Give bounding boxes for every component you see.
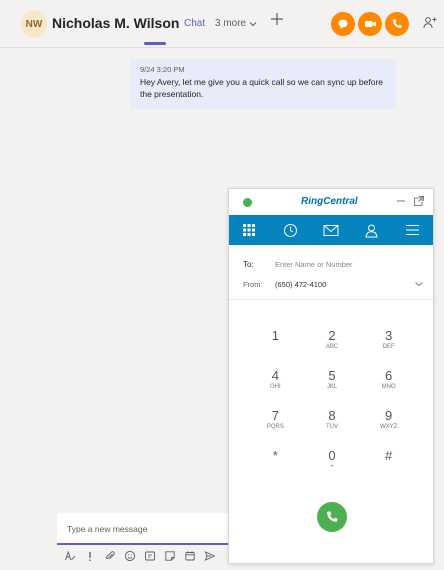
tab-dialpad[interactable] xyxy=(229,215,270,245)
format-button[interactable] xyxy=(63,549,77,563)
add-tab-button[interactable] xyxy=(268,12,286,30)
presence-status-indicator[interactable] xyxy=(243,198,252,207)
contact-name[interactable]: Nicholas M. Wilson xyxy=(52,15,179,31)
plus-icon xyxy=(271,13,283,25)
gif-button[interactable] xyxy=(143,549,157,563)
dialpad-key-9[interactable]: 9 WXYZ xyxy=(360,409,417,449)
from-label: From: xyxy=(243,280,263,289)
key-letters: TUV xyxy=(325,424,338,430)
priority-icon xyxy=(89,552,91,561)
phone-icon xyxy=(327,511,338,522)
chevron-down-icon[interactable] xyxy=(414,279,424,289)
key-letters: WXYZ xyxy=(379,424,398,430)
ringcentral-title-bar: RingCentral xyxy=(229,189,433,215)
phone-icon xyxy=(392,19,402,29)
key-digit: # xyxy=(385,448,393,463)
tab-messages[interactable] xyxy=(311,215,352,245)
divider xyxy=(229,299,433,300)
from-number-select[interactable]: (650) 472-4100 xyxy=(275,280,326,289)
priority-button[interactable] xyxy=(83,549,97,563)
tab-more-dropdown[interactable]: 3 more xyxy=(215,18,257,29)
gif-icon xyxy=(145,551,155,561)
dialpad-key-3[interactable]: 3 DEF xyxy=(360,329,417,369)
format-icon xyxy=(65,550,76,561)
dialpad-key-6[interactable]: 6 MNO xyxy=(360,369,417,409)
chevron-down-icon xyxy=(249,21,257,26)
key-digit: 4 xyxy=(271,368,279,383)
messages-icon xyxy=(323,224,339,236)
emoji-button[interactable] xyxy=(123,549,137,563)
contacts-icon xyxy=(365,224,378,237)
key-digit: 0 xyxy=(328,448,336,463)
attach-icon xyxy=(105,551,115,560)
compose-toolbar xyxy=(63,548,217,564)
key-digit: 5 xyxy=(328,368,336,383)
avatar[interactable]: NW xyxy=(21,11,47,37)
key-digit: 8 xyxy=(328,408,336,423)
dialpad-key-5[interactable]: 5 JKL xyxy=(304,369,361,409)
key-letters: MNO xyxy=(381,384,396,390)
tab-more-label: 3 more xyxy=(215,18,247,29)
schedule-meeting-icon xyxy=(185,551,195,561)
dialpad-key-0[interactable]: 0 + xyxy=(304,449,361,489)
key-letters: DEF xyxy=(382,344,395,350)
sticker-icon xyxy=(165,551,175,561)
chat-header: NW Nicholas M. Wilson Chat 3 more xyxy=(0,0,444,48)
key-digit: 1 xyxy=(271,328,279,343)
emoji-icon xyxy=(124,550,136,562)
key-digit: 3 xyxy=(385,328,393,343)
key-digit: * xyxy=(272,448,278,463)
ringcentral-widget: RingCentral To: Enter Name or Number Fro… xyxy=(228,188,434,564)
add-people-icon[interactable] xyxy=(422,15,438,31)
key-letters: + xyxy=(330,464,334,470)
popout-icon[interactable] xyxy=(413,195,425,207)
dialpad-key-star[interactable]: * xyxy=(247,449,304,489)
dial-call-button[interactable] xyxy=(317,502,347,532)
chat-bubble-icon xyxy=(338,19,348,29)
to-input[interactable] xyxy=(275,257,423,271)
key-letters: ABC xyxy=(325,344,339,350)
audio-call-button[interactable] xyxy=(385,12,409,36)
dialpad-key-4[interactable]: 4 GHI xyxy=(247,369,304,409)
tab-chat[interactable]: Chat xyxy=(184,18,205,29)
tab-contacts[interactable] xyxy=(351,215,392,245)
dialpad-key-8[interactable]: 8 TUV xyxy=(304,409,361,449)
attach-button[interactable] xyxy=(103,549,117,563)
minimize-icon[interactable] xyxy=(395,195,407,207)
send-icon xyxy=(204,551,216,561)
message-input[interactable] xyxy=(67,522,227,536)
key-digit: 2 xyxy=(328,328,336,343)
chat-call-button[interactable] xyxy=(331,12,355,36)
dialpad-key-1[interactable]: 1 xyxy=(247,329,304,369)
key-letters: PQRS xyxy=(266,424,284,430)
tab-history[interactable] xyxy=(270,215,311,245)
ringcentral-nav xyxy=(229,215,433,245)
tab-menu[interactable] xyxy=(392,215,433,245)
key-letters: JKL xyxy=(326,384,338,390)
to-label: To: xyxy=(243,260,254,269)
send-button[interactable] xyxy=(203,549,217,563)
message-timestamp: 9/24 3:20 PM xyxy=(140,65,185,74)
schedule-meeting-button[interactable] xyxy=(183,549,197,563)
key-letters: GHI xyxy=(269,384,281,390)
dialpad-key-2[interactable]: 2 ABC xyxy=(304,329,361,369)
active-tab-indicator xyxy=(144,42,166,45)
compose-box[interactable] xyxy=(57,513,237,545)
key-digit: 6 xyxy=(385,368,393,383)
dialpad-icon xyxy=(243,224,256,236)
key-digit: 9 xyxy=(385,408,393,423)
menu-icon xyxy=(406,224,420,236)
dialpad-key-hash[interactable]: # xyxy=(360,449,417,489)
ringcentral-logo: RingCentral xyxy=(301,196,358,207)
dialpad-key-7[interactable]: 7 PQRS xyxy=(247,409,304,449)
video-call-button[interactable] xyxy=(358,12,382,36)
video-camera-icon xyxy=(364,21,376,27)
dialpad: 1 2 ABC 3 DEF 4 GHI 5 JKL 6 MNO 7 PQRS 8 TUV 9W… xyxy=(247,329,417,489)
sticker-button[interactable] xyxy=(163,549,177,563)
history-icon xyxy=(283,223,297,237)
chat-message[interactable]: 9/24 3:20 PM Hey Avery, let me give you … xyxy=(130,59,396,109)
key-digit: 7 xyxy=(271,408,279,423)
message-text: Hey Avery, let me give you a quick call … xyxy=(140,77,384,99)
